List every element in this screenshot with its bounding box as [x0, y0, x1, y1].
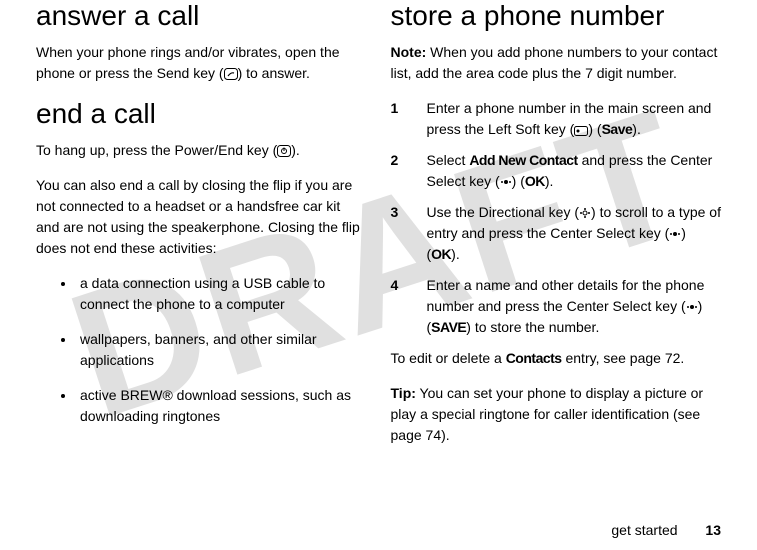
para-answer: When your phone rings and/or vibrates, o…: [36, 42, 367, 84]
store-number-steps: 1 Enter a phone number in the main scree…: [391, 98, 722, 338]
text: ) (: [512, 173, 525, 189]
text: Use the Directional key (: [427, 204, 580, 220]
add-new-contact-label: Add New Contact: [469, 152, 577, 168]
ok-label: OK: [431, 246, 451, 262]
text: ).: [632, 121, 641, 137]
left-soft-key-icon: [574, 126, 588, 136]
save-label: Save: [602, 121, 633, 137]
list-item: 3 Use the Directional key () to scroll t…: [391, 202, 722, 265]
left-column: answer a call When your phone rings and/…: [24, 0, 379, 460]
step-text: Enter a phone number in the main screen …: [427, 98, 722, 140]
save-label: SAVE: [431, 319, 466, 335]
tip-text: You can set your phone to display a pict…: [391, 385, 704, 443]
text: ).: [545, 173, 554, 189]
page-number: 13: [705, 522, 721, 538]
heading-answer-call: answer a call: [36, 0, 367, 32]
text: ) to answer.: [238, 65, 310, 81]
list-item: 2 Select Add New Contact and press the C…: [391, 150, 722, 192]
tip-label: Tip:: [391, 385, 416, 401]
heading-end-call: end a call: [36, 98, 367, 130]
list-item: active BREW® download sessions, such as …: [76, 385, 367, 427]
text: To hang up, press the Power/End key (: [36, 142, 277, 158]
step-text: Enter a name and other details for the p…: [427, 275, 722, 338]
text: Enter a phone number in the main screen …: [427, 100, 712, 137]
contacts-label: Contacts: [506, 350, 562, 366]
step-number: 1: [391, 98, 427, 140]
step-number: 4: [391, 275, 427, 338]
step-number: 3: [391, 202, 427, 265]
text: Select: [427, 152, 470, 168]
text: To edit or delete a: [391, 350, 506, 366]
para-tip: Tip: You can set your phone to display a…: [391, 383, 722, 446]
text: ).: [291, 142, 300, 158]
right-column: store a phone number Note: When you add …: [379, 0, 734, 460]
end-key-icon: [277, 145, 291, 157]
content-columns: answer a call When your phone rings and/…: [0, 0, 757, 460]
step-text: Use the Directional key () to scroll to …: [427, 202, 722, 265]
send-key-icon: [224, 68, 238, 80]
center-select-icon: [686, 301, 698, 313]
step-number: 2: [391, 150, 427, 192]
text: ).: [451, 246, 460, 262]
page-footer: get started 13: [611, 522, 721, 538]
list-item: 1 Enter a phone number in the main scree…: [391, 98, 722, 140]
text: entry, see page 72.: [562, 350, 685, 366]
para-flip-note: You can also end a call by closing the f…: [36, 175, 367, 259]
para-hangup: To hang up, press the Power/End key ().: [36, 140, 367, 161]
section-name: get started: [611, 522, 677, 538]
center-select-icon: [669, 228, 681, 240]
list-item: 4 Enter a name and other details for the…: [391, 275, 722, 338]
list-item: wallpapers, banners, and other similar a…: [76, 329, 367, 371]
list-item: a data connection using a USB cable to c…: [76, 273, 367, 315]
note-label: Note:: [391, 44, 427, 60]
end-call-exceptions-list: a data connection using a USB cable to c…: [36, 273, 367, 427]
text: Enter a name and other details for the p…: [427, 277, 705, 314]
text: ) to store the number.: [466, 319, 599, 335]
step-text: Select Add New Contact and press the Cen…: [427, 150, 722, 192]
para-edit-delete: To edit or delete a Contacts entry, see …: [391, 348, 722, 369]
directional-key-icon: [579, 207, 591, 219]
heading-store-number: store a phone number: [391, 0, 722, 32]
ok-label: OK: [525, 173, 545, 189]
text: ) (: [588, 121, 601, 137]
para-note: Note: When you add phone numbers to your…: [391, 42, 722, 84]
center-select-icon: [500, 176, 512, 188]
note-text: When you add phone numbers to your conta…: [391, 44, 718, 81]
